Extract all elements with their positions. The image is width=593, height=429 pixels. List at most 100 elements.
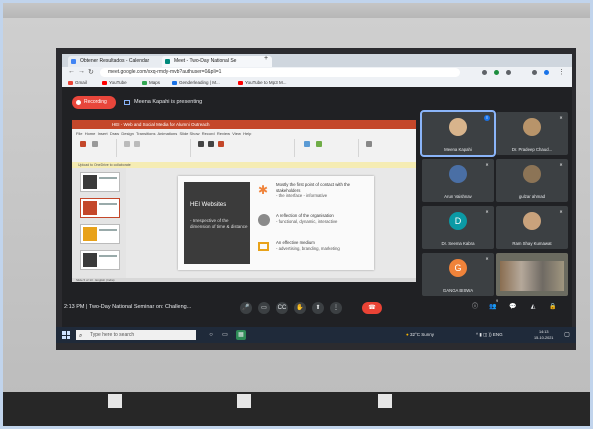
new-slide-icon[interactable] [124, 141, 130, 147]
chat-icon[interactable]: 💬 [508, 302, 518, 312]
more-options-button[interactable]: ⋮ [330, 302, 342, 314]
participant-count: 9 [496, 298, 499, 303]
ribbon-tab-insert[interactable]: Insert [98, 131, 108, 136]
ribbon-tab-record[interactable]: Record [202, 131, 215, 136]
windows-taskbar: ⌕ Type here to search ○ ▭ ▦ ● 32°C Sunny… [56, 327, 576, 343]
present-screen-icon [124, 100, 130, 105]
layout-icon[interactable] [134, 141, 140, 147]
floor-light [378, 394, 392, 408]
tab-label: Meet - Two-Day National Se [174, 58, 237, 64]
bookmark-gmail[interactable]: Gmail [68, 78, 87, 87]
bookmark-maps[interactable]: Maps [142, 78, 160, 87]
avatar [449, 118, 467, 136]
windows-start-icon[interactable] [62, 331, 70, 339]
participant-tile[interactable]: ✕ gulzar ahmad [496, 159, 568, 202]
ribbon-tab-transitions[interactable]: Transitions [136, 131, 155, 136]
activities-icon[interactable]: ◭ [528, 302, 538, 312]
slide-thumbnail[interactable] [80, 172, 120, 192]
ribbon-tab-help[interactable]: Help [243, 131, 251, 136]
ribbon-tab-design[interactable]: Design [121, 131, 133, 136]
weather-widget[interactable]: ● 32°C Sunny [406, 330, 434, 340]
extension-icon[interactable] [494, 70, 499, 75]
mic-off-icon: ✕ [559, 209, 563, 214]
mic-button[interactable]: 🎤 [240, 302, 252, 314]
extension-icon[interactable] [532, 70, 537, 75]
cut-icon[interactable] [92, 141, 98, 147]
recording-indicator[interactable]: Recording [72, 96, 116, 109]
system-tray[interactable]: ^ ▮ ◫ )) ENG [476, 330, 503, 340]
reload-icon[interactable]: ↻ [88, 68, 94, 76]
font-color-icon[interactable] [218, 141, 224, 147]
slide-thumbnail[interactable] [80, 198, 120, 218]
ppt-title-bar: HEI - Web and Social Media for Alumni Ou… [72, 120, 416, 129]
ribbon-tab-view[interactable]: View [232, 131, 241, 136]
bold-icon[interactable] [198, 141, 204, 147]
slide-thumbnail[interactable] [80, 250, 120, 270]
floor-light [237, 394, 251, 408]
host-controls-icon[interactable]: 🔒 [548, 302, 558, 312]
ribbon-tab-slideshow[interactable]: Slide Show [180, 131, 200, 136]
camera-button[interactable]: ▭ [258, 302, 270, 314]
ribbon-group [194, 139, 295, 157]
ribbon-tab-file[interactable]: File [76, 131, 82, 136]
participant-name: Dr. Pradeep Chaud... [511, 147, 553, 152]
kebab-menu-icon[interactable]: ⋮ [558, 68, 565, 76]
raise-hand-button[interactable]: ✋ [294, 302, 306, 314]
people-icon[interactable]: 👥 [488, 302, 498, 312]
point-title: Mostly the first point of contact with t… [276, 182, 351, 193]
mic-off-icon: ✕ [485, 209, 489, 214]
browser-tab-calendar[interactable]: Obtener Resultados - Calendar [68, 56, 172, 67]
taskbar-search-input[interactable]: ⌕ Type here to search [76, 330, 196, 340]
mic-off-icon: ✕ [485, 256, 489, 261]
paste-icon[interactable] [80, 141, 86, 147]
participant-tile[interactable]: G ✕ GANGA BISWA [422, 253, 494, 296]
ribbon-tab-draw[interactable]: Draw [110, 131, 119, 136]
task-view-icon[interactable]: ▭ [220, 330, 230, 340]
notifications-icon[interactable]: ▢ [562, 330, 572, 340]
presenting-banner: Meena Kapahi is presenting [124, 96, 274, 109]
head-gear-icon [258, 214, 270, 226]
bookmark-youtube[interactable]: YouTube [102, 78, 127, 87]
browser-tab-meet[interactable]: Meet - Two-Day National Se [162, 56, 272, 67]
slide-title-panel: HEI Websites - Irrespective of the dimen… [184, 182, 250, 264]
avatar: D [449, 212, 467, 230]
floor-light [108, 394, 122, 408]
ppt-ribbon: File Home Insert Draw Design Transitions… [72, 129, 416, 163]
bookmark-genderleading[interactable]: Genderleading | M... [172, 78, 220, 87]
participant-tile[interactable]: ✕ Dr. Pradeep Chaud... [496, 112, 568, 155]
meeting-info-icon[interactable]: ⓘ [470, 302, 480, 312]
cortana-icon[interactable]: ○ [206, 330, 216, 340]
forward-arrow-icon[interactable]: → [78, 68, 85, 75]
back-arrow-icon[interactable]: ← [68, 68, 75, 75]
slide-point: Mostly the first point of contact with t… [276, 182, 368, 199]
extension-icon[interactable] [506, 70, 511, 75]
end-call-button[interactable]: ☎ [362, 302, 382, 314]
bookmark-youtube-mp3[interactable]: YouTube to Mp3 M... [238, 78, 286, 87]
present-button[interactable]: ⬆ [312, 302, 324, 314]
new-tab-button[interactable]: + [264, 55, 268, 62]
participant-name: Dr. Seema Kabra [441, 241, 475, 246]
participant-video-tile[interactable] [496, 253, 568, 296]
participant-tile[interactable]: ✕ Arun Vaishnav [422, 159, 494, 202]
arrange-icon[interactable] [316, 141, 322, 147]
extension-icon[interactable] [482, 70, 487, 75]
app-taskbar-icon[interactable]: ▦ [236, 330, 246, 340]
url-field[interactable]: meet.google.com/xxq-rmdy-mvb?authuser=0&… [100, 68, 460, 77]
ribbon-tab-animations[interactable]: Animations [157, 131, 177, 136]
shared-screen: HEI - Web and Social Media for Alumni Ou… [72, 120, 416, 282]
ribbon-tab-review[interactable]: Review [217, 131, 230, 136]
profile-avatar-icon[interactable] [544, 70, 549, 75]
participant-tile[interactable]: ✕ Ram Shay Kumawat [496, 206, 568, 249]
participant-tile[interactable]: ≡ Meena Kapahi [420, 110, 496, 157]
find-icon[interactable] [366, 141, 372, 147]
taskbar-clock[interactable]: 14:13 15-10-2021 [534, 329, 553, 341]
italic-icon[interactable] [208, 141, 214, 147]
participant-tile[interactable]: D ✕ Dr. Seema Kabra [422, 206, 494, 249]
ribbon-tab-home[interactable]: Home [85, 131, 96, 136]
shapes-icon[interactable] [304, 141, 310, 147]
captions-button[interactable]: CC [276, 302, 288, 314]
point-detail: - advertising, branding, marketing [276, 245, 340, 251]
participant-name: GANGA BISWA [442, 288, 474, 293]
slide-thumbnail[interactable] [80, 224, 120, 244]
mic-off-icon: ✕ [559, 162, 563, 167]
